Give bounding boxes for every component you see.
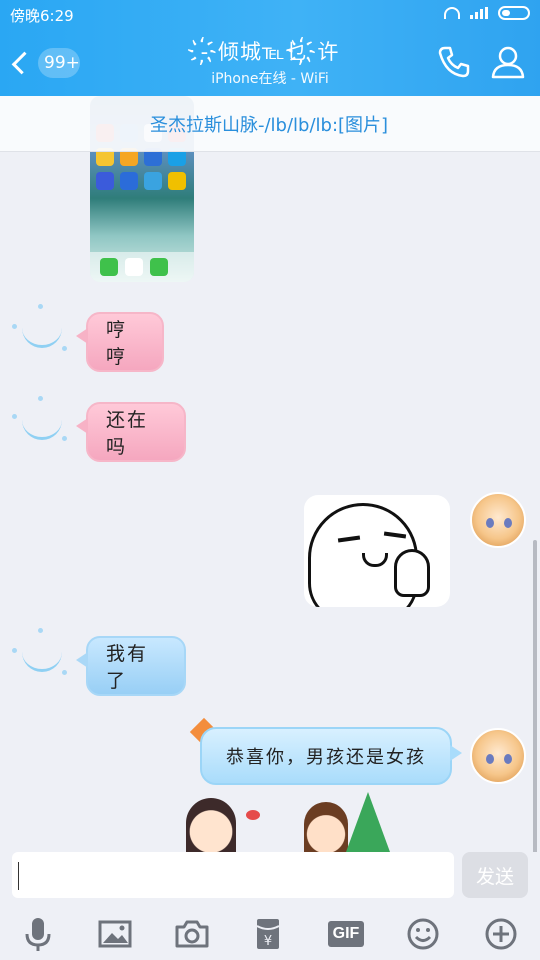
gif-icon[interactable]: GIF [326, 914, 366, 954]
message-bubble[interactable]: 哼哼 [76, 312, 164, 372]
message-bubble[interactable]: 还在吗 [76, 402, 186, 462]
partial-sticker-message[interactable] [180, 790, 420, 852]
my-avatar[interactable] [470, 492, 526, 548]
back-button[interactable]: 99+ [10, 44, 80, 82]
status-time: 傍晚6:29 [10, 7, 74, 25]
bird-decoration [246, 810, 260, 820]
christmas-tree-decoration [346, 792, 390, 852]
banner-text: 圣杰拉斯山脉-/lb/lb/lb:[图片] [150, 115, 389, 136]
emoji-icon[interactable] [403, 914, 443, 954]
sticker-message[interactable] [304, 495, 450, 607]
chat-title-area[interactable]: -҉倾城℡乜҉许 iPhone在线 - WiFi [110, 36, 430, 88]
svg-text:¥: ¥ [264, 934, 272, 949]
text-caret [18, 862, 19, 890]
message-bubble[interactable]: 我有了 [76, 636, 186, 696]
status-bar: 傍晚6:29 [0, 0, 540, 28]
status-icons [444, 6, 530, 20]
input-row: 发送 [0, 852, 540, 904]
my-avatar[interactable] [470, 728, 526, 784]
message-bubble[interactable]: 恭喜你，男孩还是女孩 [200, 727, 462, 785]
thumbnail-dock [90, 252, 194, 282]
boy-sticker [304, 802, 348, 852]
phone-icon[interactable] [436, 44, 472, 80]
signal-icon [470, 7, 488, 19]
mic-icon[interactable] [18, 914, 58, 954]
camera-icon[interactable] [172, 914, 212, 954]
contact-name: -҉倾城℡乜҉许 [200, 40, 340, 64]
send-button[interactable]: 发送 [462, 852, 528, 898]
gif-label: GIF [327, 921, 365, 947]
red-packet-icon[interactable]: ¥ [248, 914, 288, 954]
contact-avatar[interactable] [8, 624, 68, 684]
input-toolbar: ¥ GIF [0, 904, 540, 960]
contact-profile-icon[interactable] [490, 44, 526, 80]
chevron-left-icon [11, 51, 35, 75]
new-message-banner[interactable]: 圣杰拉斯山脉-/lb/lb/lb:[图片] [0, 96, 540, 152]
contact-status: iPhone在线 - WiFi [211, 71, 329, 87]
unread-badge: 99+ [38, 48, 80, 78]
message-input[interactable] [12, 852, 454, 898]
wifi-icon [444, 7, 460, 19]
image-icon[interactable] [95, 914, 135, 954]
scrollbar[interactable] [533, 540, 537, 852]
plus-icon[interactable] [481, 914, 521, 954]
girl-sticker [186, 798, 236, 852]
contact-avatar[interactable] [8, 300, 68, 360]
chat-header: 傍晚6:29 99+ -҉倾城℡乜҉许 iPhone在线 - WiFi [0, 0, 540, 96]
battery-icon [498, 6, 530, 20]
message-list[interactable]: 哼哼 还在吗 我有了 恭喜你，男孩还是女孩 [0, 96, 540, 852]
contact-avatar[interactable] [8, 392, 68, 452]
